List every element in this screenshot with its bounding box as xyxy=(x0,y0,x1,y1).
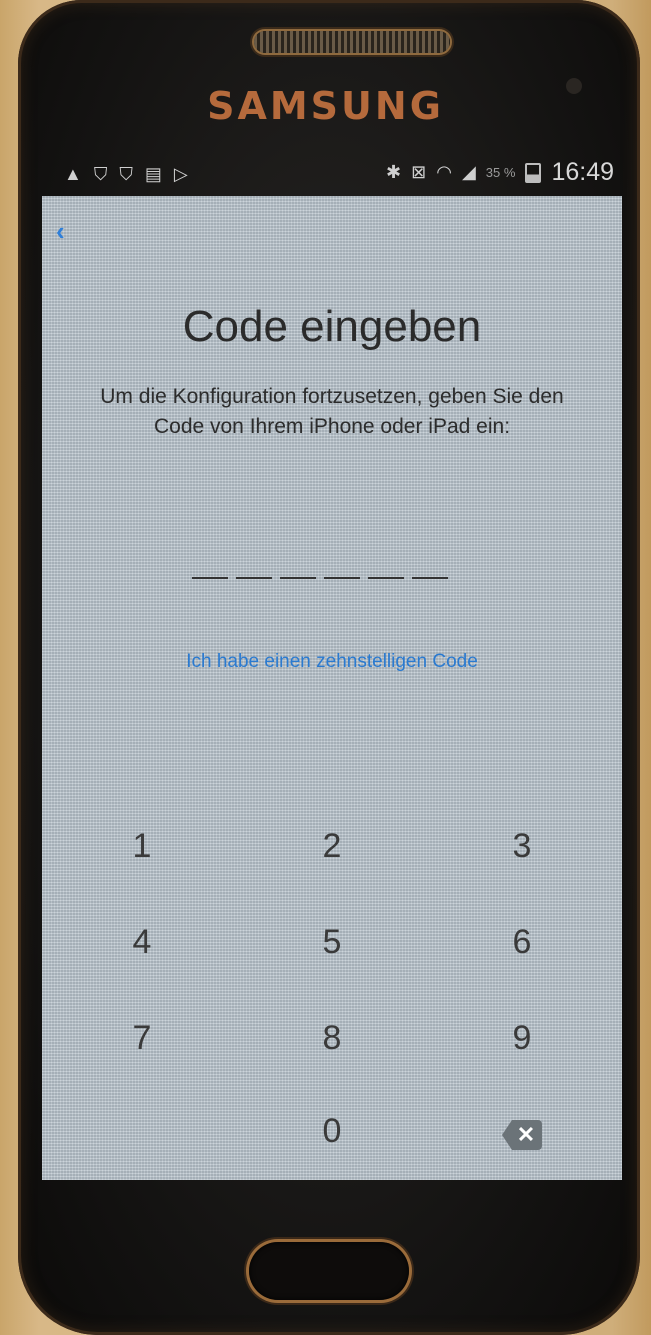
sim-icon: ▤ xyxy=(144,164,162,184)
keypad-key-7[interactable]: 7 xyxy=(102,1008,182,1068)
status-bar: ▲ ⛉ ⛉ ▤ ▷ ✱ ⊠ ◠ ◢ 35 % 16:49 xyxy=(42,158,622,194)
code-slot xyxy=(412,577,448,579)
home-button[interactable] xyxy=(249,1242,409,1300)
page-title: Code eingeben xyxy=(182,302,482,351)
clock: 16:49 xyxy=(551,158,614,186)
code-slot xyxy=(192,577,228,579)
bluetooth-icon: ✱ xyxy=(386,162,402,182)
keypad-key-5[interactable]: 5 xyxy=(292,912,372,972)
keypad-key-2[interactable]: 2 xyxy=(292,816,372,876)
play-icon: ▷ xyxy=(173,164,188,184)
signal-icon: ◢ xyxy=(461,162,476,182)
keypad-key-4[interactable]: 4 xyxy=(102,912,182,972)
keypad-key-9[interactable]: 9 xyxy=(482,1008,562,1068)
code-slot xyxy=(280,577,316,579)
code-slot xyxy=(236,577,272,579)
code-slot xyxy=(368,577,404,579)
backspace-icon: ✕ xyxy=(502,1120,542,1150)
code-input[interactable] xyxy=(192,577,448,579)
shield-icon: ⛉ xyxy=(93,164,108,184)
keypad-key-6[interactable]: 6 xyxy=(482,912,562,972)
battery-icon xyxy=(525,162,542,183)
back-button[interactable]: ‹ xyxy=(56,216,65,247)
keypad-key-8[interactable]: 8 xyxy=(292,1008,372,1068)
keypad-key-3[interactable]: 3 xyxy=(482,816,562,876)
keypad-key-0[interactable]: 0 xyxy=(292,1101,372,1161)
earpiece-speaker xyxy=(254,31,450,53)
shield-icon: ⛉ xyxy=(119,164,133,184)
warning-icon: ▲ xyxy=(64,164,82,184)
brand-logo: SAMSUNG xyxy=(207,84,444,128)
code-slot xyxy=(324,577,360,579)
ten-digit-code-link[interactable]: Ich habe einen zehnstelligen Code xyxy=(42,651,622,673)
battery-percent: 35 % xyxy=(485,165,516,180)
keypad-key-1[interactable]: 1 xyxy=(102,816,182,876)
instructions: Um die Konfiguration fortzusetzen, geben… xyxy=(100,385,564,438)
backspace-button[interactable]: ✕ xyxy=(482,1101,562,1161)
setup-screen: ‹ Code eingeben Um die Konfiguration for… xyxy=(42,196,622,1180)
mute-icon: ⊠ xyxy=(411,162,427,182)
wifi-icon: ◠ xyxy=(436,162,452,182)
